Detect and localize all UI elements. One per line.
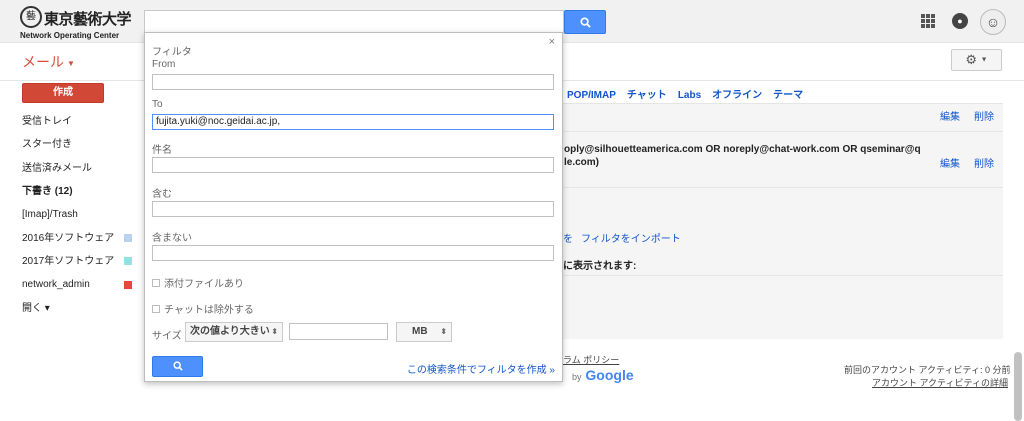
search-icon	[579, 17, 591, 29]
import-filter-link[interactable]: フィルタをインポート	[581, 230, 681, 245]
select-arrows-icon: ⬍	[440, 327, 447, 336]
select-arrows-icon: ⬍	[271, 327, 278, 336]
logo-seal: 藝	[20, 6, 42, 28]
avatar[interactable]: ☺	[980, 9, 1006, 35]
activity-details-link[interactable]: アカウント アクティビティの詳細	[872, 376, 1008, 389]
has-attachment-checkbox[interactable]: 添付ファイルあり	[152, 275, 244, 290]
sidebar-item-software-2016[interactable]: 2016年ソフトウェア	[22, 226, 132, 249]
sidebar-item-sent[interactable]: 送信済みメール	[22, 157, 132, 180]
tab-offline[interactable]: オフライン	[712, 90, 762, 101]
sidebar-item-label: 下書き (12)	[22, 186, 73, 198]
label-color-swatch	[124, 280, 132, 289]
search-button[interactable]	[564, 10, 606, 34]
filter-criteria-text: oply@silhouetteamerica.com OR noreply@ch…	[564, 144, 921, 155]
blocked-address-text: に表示されます:	[563, 261, 637, 272]
search-input[interactable]	[144, 10, 564, 34]
sidebar-item-label: 2017年ソフトウェア	[22, 255, 115, 267]
settings-tabs: POP/IMAP チャット Labs オフライン テーマ	[567, 86, 814, 101]
doesnt-have-field[interactable]	[152, 245, 554, 261]
filter-criteria-text: le.com)	[564, 157, 600, 168]
create-filter-link[interactable]: を	[563, 230, 573, 245]
edit-filter-link[interactable]: 編集	[940, 108, 960, 123]
has-attachment-label: 添付ファイルあり	[164, 279, 244, 290]
popup-title: フィルタ	[152, 47, 192, 58]
search-icon	[172, 361, 183, 371]
sidebar-item-network-admin[interactable]: network_admin	[22, 273, 132, 296]
close-icon[interactable]: ×	[549, 36, 555, 48]
last-activity-text: 前回のアカウント アクティビティ: 0 分前	[844, 365, 1011, 375]
tab-labs[interactable]: Labs	[678, 90, 701, 101]
apps-grid-icon[interactable]	[921, 14, 935, 28]
filter-search-button[interactable]	[152, 356, 203, 377]
subject-label: 件名	[152, 145, 172, 156]
sidebar-nav: 受信トレイ スター付き 送信済みメール 下書き (12) [Imap]/Tras…	[22, 110, 132, 320]
sidebar-item-starred[interactable]: スター付き	[22, 133, 132, 156]
exclude-chats-checkbox[interactable]: チャットは除外する	[152, 301, 254, 316]
sidebar-item-label: 受信トレイ	[22, 116, 72, 128]
sidebar-item-inbox[interactable]: 受信トレイ	[22, 110, 132, 133]
powered-by-google: by Google	[572, 367, 634, 383]
has-words-field[interactable]	[152, 201, 554, 217]
logo[interactable]: 藝 東京藝術大学 Network Operating Center	[20, 6, 132, 40]
checkbox-box	[152, 304, 160, 313]
tab-themes[interactable]: テーマ	[773, 90, 803, 101]
notification-icon[interactable]: ●	[952, 13, 968, 29]
to-label: To	[152, 99, 163, 110]
chevron-down-icon: ▼	[980, 56, 988, 64]
app-label: メール	[22, 54, 64, 70]
divider	[563, 131, 1003, 132]
sidebar-item-label: 2016年ソフトウェア	[22, 232, 115, 244]
exclude-chats-label: チャットは除外する	[164, 305, 254, 316]
scrollbar[interactable]	[1014, 352, 1022, 421]
size-unit-value: MB	[412, 326, 428, 337]
compose-button[interactable]: 作成	[22, 83, 104, 103]
edit-filter-link[interactable]: 編集	[940, 155, 960, 170]
checkbox-box	[152, 278, 160, 287]
sidebar-item-label: スター付き	[22, 139, 72, 151]
size-unit-select[interactable]: MB ⬍	[396, 322, 452, 342]
doesnt-have-label: 含まない	[152, 233, 192, 244]
sidebar-item-label: network_admin	[22, 279, 90, 291]
google-logo: Google	[585, 367, 634, 383]
label-color-swatch	[124, 234, 132, 243]
sidebar-item-drafts[interactable]: 下書き (12)	[22, 180, 132, 203]
logo-name-en: Network Operating Center	[20, 31, 120, 40]
size-operator-value: 次の値より大きい	[190, 326, 270, 337]
sidebar-item-label: 開く ▾	[22, 302, 50, 314]
settings-button[interactable]: ⚙ ▼	[951, 49, 1002, 71]
has-words-label: 含む	[152, 189, 172, 200]
divider	[563, 187, 1003, 188]
from-field[interactable]	[152, 74, 554, 90]
logo-name-jp: 東京藝術大学	[44, 10, 132, 28]
delete-filter-link[interactable]: 削除	[974, 155, 994, 170]
app-switcher[interactable]: メール ▼	[22, 52, 75, 72]
size-operator-select[interactable]: 次の値より大きい ⬍	[185, 322, 283, 342]
filter-popup: フィルタ × From To fujita.yuki@noc.geidai.ac…	[144, 32, 563, 382]
sidebar-item-label: [Imap]/Trash	[22, 209, 78, 221]
tab-chat[interactable]: チャット	[627, 90, 667, 101]
sidebar-item-more[interactable]: 開く ▾	[22, 296, 132, 319]
sidebar-item-label: 送信済みメール	[22, 162, 92, 174]
powered-by-text: by	[572, 372, 582, 382]
filter-list-panel	[563, 103, 1003, 339]
to-field[interactable]: fujita.yuki@noc.geidai.ac.jp,	[152, 114, 554, 130]
from-label: From	[152, 59, 176, 70]
size-label: サイズ	[152, 331, 182, 342]
delete-filter-link[interactable]: 削除	[974, 108, 994, 123]
subject-field[interactable]	[152, 157, 554, 173]
gear-icon: ⚙	[965, 52, 978, 67]
sidebar-item-software-2017[interactable]: 2017年ソフトウェア	[22, 250, 132, 273]
divider	[563, 275, 1003, 276]
sidebar-item-trash[interactable]: [Imap]/Trash	[22, 203, 132, 226]
chevron-down-icon: ▼	[67, 58, 75, 68]
size-input[interactable]	[289, 323, 388, 340]
label-color-swatch	[124, 257, 132, 266]
tab-pop-imap[interactable]: POP/IMAP	[567, 90, 616, 101]
program-policy-link[interactable]: ラム ポリシー	[563, 353, 619, 366]
create-filter-link[interactable]: この検索条件でフィルタを作成 »	[407, 361, 555, 376]
